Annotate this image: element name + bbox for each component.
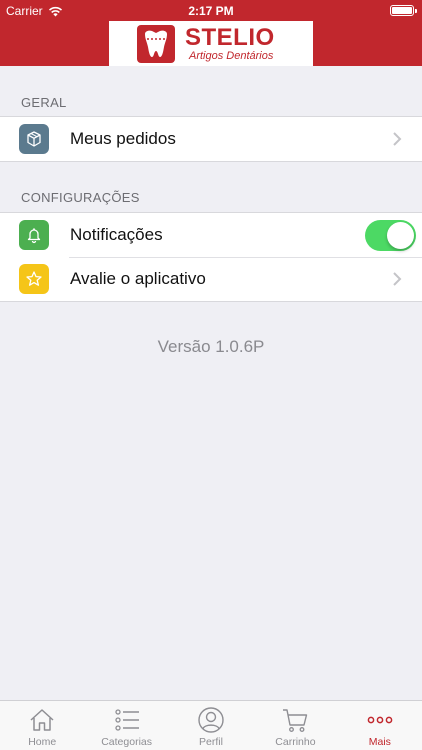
battery-icon bbox=[390, 5, 417, 16]
tab-carrinho[interactable]: Carrinho bbox=[253, 701, 337, 750]
geral-group: Meus pedidos bbox=[0, 116, 422, 162]
brand-logo: STELIO Artigos Dentários bbox=[109, 21, 313, 66]
section-header-configuracoes: CONFIGURAÇÕES bbox=[21, 190, 140, 205]
bell-icon bbox=[19, 220, 49, 250]
notificacoes-toggle[interactable] bbox=[365, 220, 416, 251]
notificacoes-row: Notificações bbox=[0, 213, 422, 257]
star-icon bbox=[19, 264, 49, 294]
list-icon bbox=[114, 709, 139, 731]
brand-name: STELIO bbox=[185, 23, 275, 51]
avalie-aplicativo-label: Avalie o aplicativo bbox=[70, 269, 206, 288]
chevron-right-icon bbox=[393, 132, 402, 146]
tab-perfil-label: Perfil bbox=[199, 736, 223, 748]
tooth-logo-icon bbox=[137, 24, 175, 63]
tab-home[interactable]: Home bbox=[0, 701, 84, 750]
profile-icon bbox=[198, 707, 224, 733]
tab-carrinho-label: Carrinho bbox=[275, 736, 316, 748]
meus-pedidos-label: Meus pedidos bbox=[70, 129, 176, 148]
tab-categorias[interactable]: Categorias bbox=[84, 701, 168, 750]
cart-icon bbox=[283, 709, 308, 732]
tab-categorias-label: Categorias bbox=[101, 736, 152, 748]
tab-perfil[interactable]: Perfil bbox=[169, 701, 253, 750]
section-header-geral: GERAL bbox=[21, 95, 67, 110]
app-version: Versão 1.0.6P bbox=[157, 337, 265, 356]
tab-mais-label: Mais bbox=[368, 736, 391, 748]
chevron-right-icon bbox=[393, 272, 402, 286]
brand-subtitle: Artigos Dentários bbox=[189, 49, 274, 62]
tab-bar: Home Categorias Perfil Carrinho Mais bbox=[0, 700, 422, 750]
meus-pedidos-row[interactable]: Meus pedidos bbox=[0, 117, 422, 161]
tab-mais[interactable]: Mais bbox=[338, 701, 422, 750]
tab-home-label: Home bbox=[28, 736, 57, 748]
configuracoes-group: Notificações Avalie o aplicativo bbox=[0, 212, 422, 302]
home-icon bbox=[30, 709, 54, 731]
status-time: 2:17 PM bbox=[188, 4, 234, 18]
avalie-aplicativo-row[interactable]: Avalie o aplicativo bbox=[0, 257, 422, 301]
box-icon bbox=[19, 124, 49, 154]
app-header: Carrier 2:17 PM STELIO Artigos Dentários bbox=[0, 0, 422, 66]
status-bar: Carrier 2:17 PM bbox=[0, 0, 422, 22]
notificacoes-label: Notificações bbox=[70, 225, 163, 244]
more-icon bbox=[367, 716, 393, 724]
